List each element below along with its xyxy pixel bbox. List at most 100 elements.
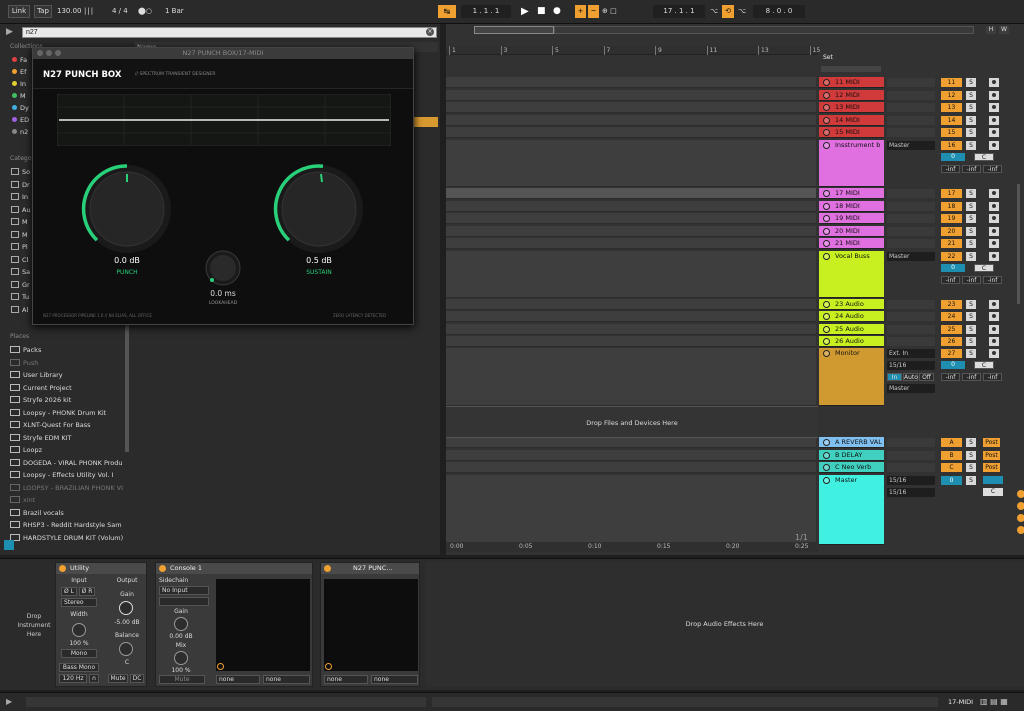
arm-record-button[interactable] xyxy=(989,337,999,346)
solo-button[interactable]: S xyxy=(966,227,976,236)
search-input[interactable] xyxy=(22,27,437,38)
place-item[interactable]: LOOPSY - BRAZILIAN PHONK VI xyxy=(10,482,128,494)
track-sub-route[interactable]: 15/16 xyxy=(887,488,935,497)
volume-field[interactable]: 0 xyxy=(941,264,965,272)
track-number-button[interactable]: 19 xyxy=(941,214,962,223)
place-item[interactable]: Push xyxy=(10,357,128,369)
phase-l-button[interactable]: Ø L xyxy=(61,587,77,596)
zoom-window-icon[interactable] xyxy=(55,50,61,56)
track-number-button[interactable]: 15 xyxy=(941,128,962,137)
track-fold-icon[interactable] xyxy=(823,439,830,446)
view-toggle-icons[interactable]: ▥ ▤ ▦ xyxy=(980,697,1020,707)
time-signature-field[interactable]: 4 / 4 xyxy=(112,5,128,18)
track-number-button[interactable]: C xyxy=(941,463,962,472)
console-power-icon[interactable] xyxy=(159,565,166,572)
arm-record-button[interactable] xyxy=(989,189,999,198)
track-lane[interactable] xyxy=(446,77,816,88)
solo-button[interactable]: S xyxy=(966,451,976,460)
track-number-button[interactable]: 20 xyxy=(941,227,962,236)
track-fold-icon[interactable] xyxy=(823,240,830,247)
solo-button[interactable]: S xyxy=(966,116,976,125)
punch-box-power-icon[interactable] xyxy=(324,565,331,572)
sidechain-input-select[interactable]: No Input xyxy=(159,586,209,595)
master-pan[interactable]: C xyxy=(983,488,1003,496)
sidechain-sub-select[interactable] xyxy=(159,597,209,606)
console-plugin-display[interactable] xyxy=(216,579,310,671)
track-number-button[interactable]: 22 xyxy=(941,252,962,261)
track-number-button[interactable]: 14 xyxy=(941,116,962,125)
arm-record-button[interactable] xyxy=(989,128,999,137)
track-lane[interactable] xyxy=(446,201,816,212)
metronome-icon[interactable]: ||| xyxy=(84,5,94,18)
place-item[interactable]: XLNT-Quest For Bass xyxy=(10,419,128,431)
track-fold-icon[interactable] xyxy=(823,338,830,345)
track-number-button[interactable]: 17 xyxy=(941,189,962,198)
arm-record-button[interactable] xyxy=(989,202,999,211)
arm-record-button[interactable] xyxy=(989,300,999,309)
arrangement-scrollbar[interactable] xyxy=(1017,184,1020,304)
set-toolbar[interactable] xyxy=(821,66,881,72)
solo-button[interactable]: S xyxy=(966,214,976,223)
arm-record-button[interactable] xyxy=(989,214,999,223)
song-position[interactable]: 1 . 1 . 1 xyxy=(461,5,511,18)
place-item[interactable]: RHSP3 - Reddit Hardstyle Sam xyxy=(10,519,128,531)
punch-none-select-2[interactable]: none xyxy=(371,675,418,684)
arm-record-button[interactable] xyxy=(989,252,999,261)
browser-action-icon[interactable] xyxy=(4,540,14,550)
track-fold-icon[interactable] xyxy=(823,228,830,235)
quantize-select[interactable]: 1 Bar xyxy=(165,5,184,18)
mix-knob[interactable] xyxy=(174,651,188,665)
track-number-button[interactable]: 16 xyxy=(941,141,962,150)
arm-record-button[interactable] xyxy=(989,325,999,334)
overview-strip[interactable] xyxy=(474,26,554,34)
pan-field[interactable]: C xyxy=(974,153,994,161)
volume-field[interactable]: 0 xyxy=(941,361,965,369)
post-button[interactable]: Post xyxy=(983,438,1000,447)
track-fold-icon[interactable] xyxy=(823,301,830,308)
track-fold-icon[interactable] xyxy=(823,190,830,197)
hw-w-button[interactable]: W xyxy=(999,26,1009,34)
record-icon[interactable]: ● xyxy=(553,5,561,18)
track-lane[interactable] xyxy=(446,324,816,335)
console-gain-knob[interactable] xyxy=(174,617,188,631)
track-lane[interactable] xyxy=(446,226,816,237)
place-item[interactable]: Loopsy - Effects Utility Vol. I xyxy=(10,469,128,481)
phase-r-button[interactable]: Ø R xyxy=(79,587,95,596)
solo-button[interactable]: S xyxy=(966,476,976,485)
follow-button[interactable]: ↹ xyxy=(438,5,456,18)
punch-box-record-icon[interactable] xyxy=(325,663,332,670)
monitor-in-button[interactable]: In xyxy=(887,373,902,381)
browser-toggle-icon[interactable]: ▶ xyxy=(6,27,16,37)
solo-button[interactable]: S xyxy=(966,239,976,248)
post-button[interactable]: Post xyxy=(983,463,1000,472)
solo-button[interactable]: S xyxy=(966,91,976,100)
loop-icon[interactable]: ⟲ xyxy=(722,5,734,18)
plugin-window-title[interactable]: N27 PUNCH BOX/17-MIDI xyxy=(33,48,413,59)
track-lane[interactable] xyxy=(446,115,816,126)
track-output-select[interactable]: Master xyxy=(887,384,935,393)
console-none-select-1[interactable]: none xyxy=(216,675,260,684)
track-lane[interactable] xyxy=(446,311,816,322)
balance-knob[interactable] xyxy=(119,642,133,656)
track-number-button[interactable]: 12 xyxy=(941,91,962,100)
arm-record-button[interactable] xyxy=(989,78,999,87)
overview-bar[interactable] xyxy=(554,26,974,34)
solo-button[interactable]: S xyxy=(966,202,976,211)
console-none-select-2[interactable]: none xyxy=(263,675,310,684)
overdub-icon[interactable]: + xyxy=(575,5,586,18)
mono-button[interactable]: Mono xyxy=(61,649,97,658)
console-header[interactable]: Console 1 xyxy=(156,563,312,574)
link-button[interactable]: Link xyxy=(8,5,30,18)
arm-record-button[interactable] xyxy=(989,91,999,100)
bass-freq-field[interactable]: 120 Hz xyxy=(59,674,87,683)
track-lane[interactable] xyxy=(446,336,816,347)
place-item[interactable]: Loopsy - PHONK Drum Kit xyxy=(10,407,128,419)
track-number-button[interactable]: 27 xyxy=(941,349,962,358)
track-fold-icon[interactable] xyxy=(823,452,830,459)
dc-button[interactable]: DC xyxy=(130,674,144,683)
track-fold-icon[interactable] xyxy=(823,313,830,320)
mute-button[interactable]: Mute xyxy=(108,674,128,683)
track-lane[interactable] xyxy=(446,251,816,298)
track-number-button[interactable]: 13 xyxy=(941,103,962,112)
punch-box-display[interactable] xyxy=(324,579,418,671)
